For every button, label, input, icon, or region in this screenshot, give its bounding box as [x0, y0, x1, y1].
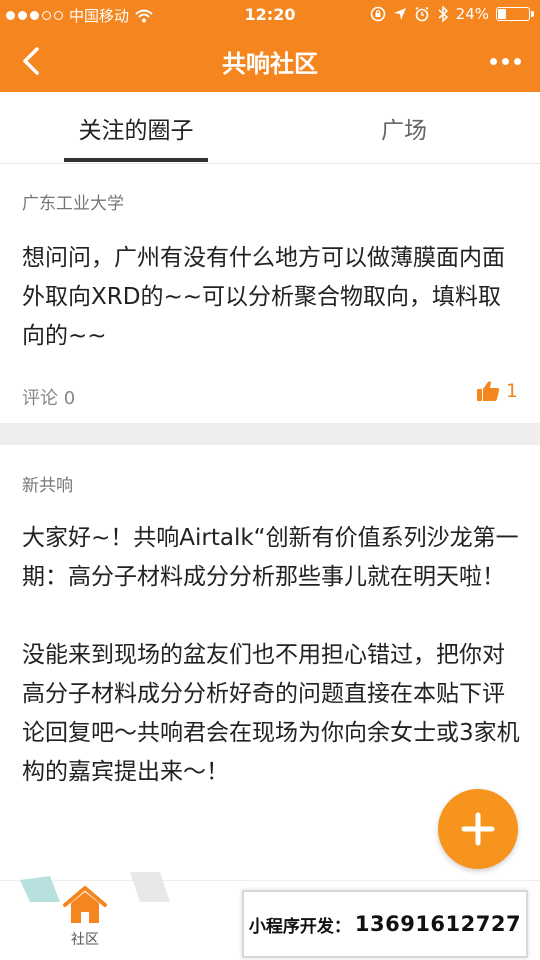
comment-count[interactable]: 评论 0 — [22, 384, 75, 410]
post-divider — [0, 423, 540, 445]
more-button[interactable] — [480, 42, 530, 80]
bottom-tab-community[interactable]: 社区 — [62, 885, 108, 949]
tab-plaza[interactable]: 广场 — [308, 92, 500, 164]
active-tab-indicator — [64, 158, 208, 162]
new-post-button[interactable] — [438, 789, 518, 869]
promo-banner: 小程序开发： 13691612727 — [242, 890, 528, 958]
page-title: 共响社区 — [222, 50, 318, 78]
status-right: 24% — [370, 5, 534, 23]
app-header: 中国移动 12:20 24% 共响社区 — [0, 0, 540, 92]
battery-icon — [496, 7, 534, 21]
battery-percent: 24% — [455, 5, 489, 23]
promo-label: 小程序开发： — [248, 916, 351, 937]
alarm-icon — [415, 6, 429, 22]
post-source[interactable]: 新共响 — [22, 471, 73, 496]
location-icon — [393, 8, 406, 20]
home-icon — [63, 886, 107, 923]
promo-phone: 13691612727 — [354, 912, 522, 936]
battery-level — [498, 9, 506, 19]
thumbs-up-icon — [476, 381, 499, 401]
like-count: 1 — [505, 380, 518, 402]
bluetooth-icon — [438, 6, 448, 22]
post-body: 大家好~！共响Airtalk“创新有价值系列沙龙第一期：高分子材料成分分析那些事… — [22, 525, 520, 785]
rotation-lock-icon — [370, 6, 385, 22]
tab-following-circles[interactable]: 关注的圈子 — [40, 92, 232, 164]
more-dots-icon — [489, 57, 497, 65]
post-source[interactable]: 广东工业大学 — [22, 189, 124, 214]
nav-bar: 共响社区 — [0, 30, 540, 92]
tab-bar: 关注的圈子 广场 — [0, 92, 540, 164]
status-bar: 中国移动 12:20 24% — [0, 0, 540, 30]
post-body: 想问问，广州有没有什么地方可以做薄膜面内面外取向XRD的~~可以分析聚合物取向，… — [22, 245, 505, 349]
like-button[interactable]: 1 — [476, 380, 518, 402]
bottom-tab-label: 社区 — [71, 932, 99, 948]
plus-icon — [461, 812, 495, 846]
post-card[interactable]: 广东工业大学 想问问，广州有没有什么地方可以做薄膜面内面外取向XRD的~~可以分… — [0, 165, 540, 423]
